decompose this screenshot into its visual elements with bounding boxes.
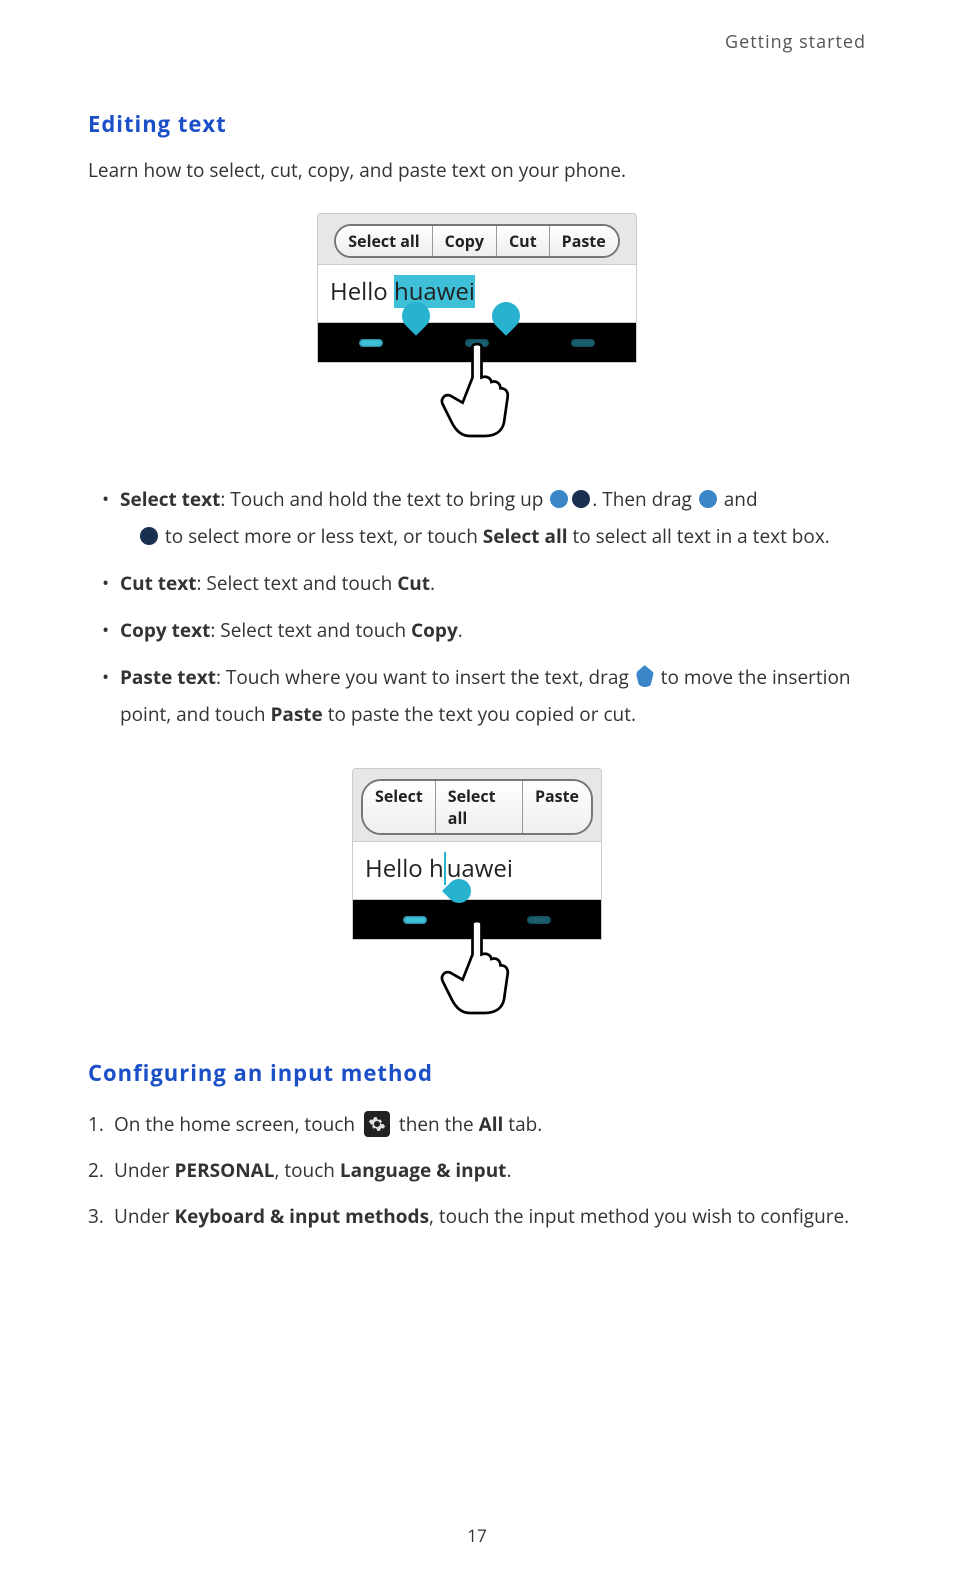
pill-paste[interactable]: Paste [550,226,618,256]
tap-hand-icon [317,341,637,441]
step-1: On the home screen, touch then the All t… [88,1106,866,1142]
header-section: Getting started [88,30,866,54]
selection-handle-left-icon [550,490,568,508]
pill-select-all[interactable]: Select all [436,781,523,833]
heading-configuring-input: Configuring an input method [88,1058,866,1088]
pill-select-all[interactable]: Select all [336,226,432,256]
nav-dash-icon [527,916,551,924]
figure-edit-toolbar: Select all Copy Cut Paste Hello huawei [88,213,866,441]
bullet-cut-text: Cut text: Select text and touch Cut. [102,565,866,602]
bullet-copy-text: Copy text: Select text and touch Copy. [102,612,866,649]
selection-handle-left-icon [699,490,717,508]
pill-copy[interactable]: Copy [433,226,497,256]
page-number: 17 [0,1524,954,1547]
intro-paragraph: Learn how to select, cut, copy, and past… [88,157,866,183]
heading-editing-text: Editing text [88,109,866,139]
pill-paste[interactable]: Paste [523,781,591,833]
selection-handle-right-icon [572,490,590,508]
text-unselected: Hello [330,275,394,308]
step-2: Under PERSONAL, touch Language & input. [88,1152,866,1188]
pill-cut[interactable]: Cut [497,226,550,256]
selection-handle-right-icon [140,527,158,545]
bullet-paste-text: Paste text: Touch where you want to inse… [102,659,866,733]
nav-dash-icon [571,339,595,347]
nav-dash-icon [403,916,427,924]
bullet-select-text: Select text: Touch and hold the text to … [102,481,866,555]
figure-paste-toolbar: Select Select all Paste Hello huawei [88,768,866,1018]
text-before-cursor: Hello h [365,852,444,885]
text-selected: huawei [394,275,475,308]
sample-text-field[interactable]: Hello huawei [317,265,637,323]
pill-select[interactable]: Select [363,781,436,833]
step-3: Under Keyboard & input methods, touch th… [88,1198,866,1234]
insertion-cursor-icon [636,665,654,687]
sample-text-field-2[interactable]: Hello huawei [352,842,602,900]
nav-dash-icon [359,339,383,347]
tap-hand-icon [352,918,602,1018]
settings-icon [364,1111,390,1137]
